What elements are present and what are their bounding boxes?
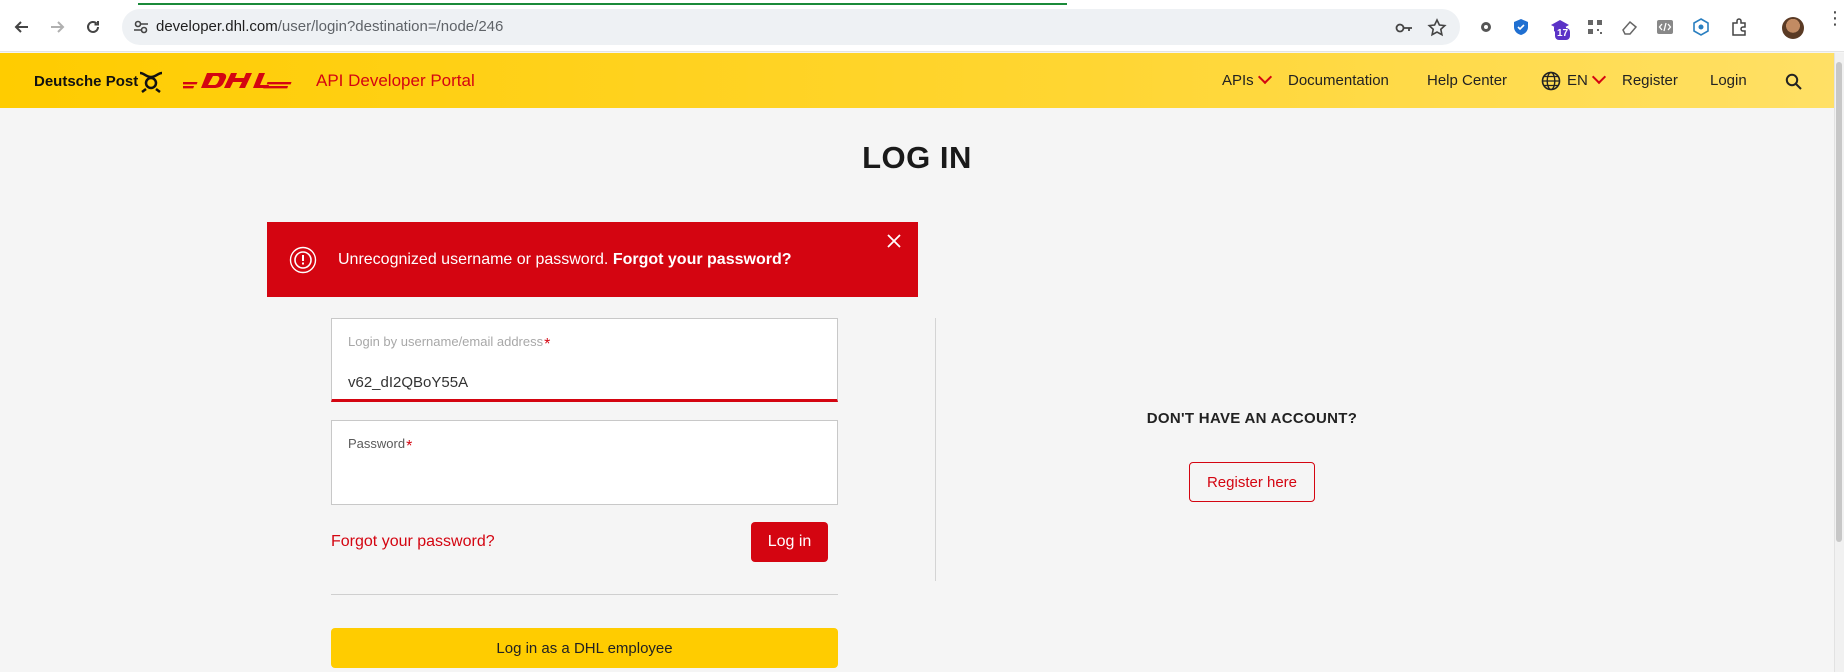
extension-eraser-icon[interactable]	[1619, 16, 1641, 38]
dhl-employee-login-button[interactable]: Log in as a DHL employee	[331, 628, 838, 668]
url-host: developer.dhl.com	[156, 18, 278, 35]
password-label-text: Password	[348, 436, 406, 451]
nav-register[interactable]: Register	[1622, 72, 1678, 89]
required-asterisk: *	[544, 336, 551, 353]
password-field[interactable]: Password*	[331, 420, 838, 505]
search-icon[interactable]	[1785, 73, 1802, 90]
nav-help-center[interactable]: Help Center	[1427, 72, 1507, 89]
arrow-left-icon	[14, 21, 28, 33]
extension-qr-icon[interactable]	[1584, 16, 1606, 38]
close-icon[interactable]	[883, 230, 905, 252]
extension-gear-icon[interactable]	[1475, 16, 1497, 38]
reload-icon	[87, 20, 99, 33]
chevron-down-icon	[1257, 69, 1272, 85]
error-alert: Unrecognized username or password. Forgo…	[267, 222, 918, 297]
alert-circle-icon	[289, 246, 317, 274]
back-button[interactable]	[8, 13, 36, 41]
address-bar[interactable]: developer.dhl.com/user/login?destination…	[122, 9, 1460, 45]
password-key-icon[interactable]	[1394, 18, 1414, 38]
register-here-button[interactable]: Register here	[1189, 462, 1315, 502]
globe-icon	[1541, 71, 1561, 91]
username-field[interactable]: Login by username/email address* v62_dI2…	[331, 318, 838, 402]
arrow-right-icon	[51, 21, 65, 33]
extension-code-icon[interactable]	[1654, 16, 1676, 38]
username-value[interactable]: v62_dI2QBoY55A	[348, 374, 468, 391]
nav-login[interactable]: Login	[1710, 72, 1747, 89]
page-title: LOG IN	[862, 140, 972, 175]
extensions-puzzle-icon[interactable]	[1728, 16, 1750, 38]
language-selector[interactable]: EN	[1567, 69, 1606, 89]
language-label: EN	[1567, 72, 1588, 89]
forgot-password-link[interactable]: Forgot your password?	[331, 533, 495, 551]
bookmark-star-icon[interactable]	[1427, 18, 1447, 38]
required-asterisk: *	[406, 438, 413, 455]
site-header: Deutsche Post API Developer Portal APIs …	[0, 53, 1834, 108]
no-account-heading: DON'T HAVE AN ACCOUNT?	[1146, 410, 1358, 427]
url-path: /user/login?destination=/node/246	[277, 18, 504, 35]
extension-shield-icon[interactable]	[1510, 16, 1532, 38]
username-label-text: Login by username/email address	[348, 334, 544, 349]
profile-avatar[interactable]	[1782, 17, 1804, 39]
url-text: developer.dhl.com/user/login?destination…	[156, 18, 503, 35]
scrollbar-thumb[interactable]	[1836, 62, 1842, 542]
nav-apis[interactable]: APIs	[1222, 69, 1272, 89]
deutsche-post-logo-text[interactable]: Deutsche Post	[34, 73, 138, 90]
dhl-logo-icon[interactable]	[183, 67, 297, 93]
alert-message: Unrecognized username or password. Forgo…	[338, 251, 791, 269]
nav-documentation[interactable]: Documentation	[1288, 72, 1389, 89]
password-label: Password*	[348, 435, 413, 455]
extension-badge: 17	[1555, 28, 1571, 40]
login-button[interactable]: Log in	[751, 522, 828, 562]
chevron-down-icon	[1591, 69, 1606, 85]
nav-apis-label: APIs	[1222, 72, 1254, 89]
username-label: Login by username/email address*	[348, 333, 551, 353]
forward-button[interactable]	[43, 13, 71, 41]
extension-hex-icon[interactable]	[1690, 16, 1712, 38]
portal-title[interactable]: API Developer Portal	[316, 71, 475, 91]
browser-menu-icon[interactable]: ⋮	[1826, 9, 1844, 27]
browser-toolbar: developer.dhl.com/user/login?destination…	[0, 0, 1844, 52]
site-settings-icon[interactable]	[132, 18, 150, 36]
post-horn-icon	[139, 71, 163, 93]
page-load-progress	[138, 3, 1067, 5]
reload-button[interactable]	[79, 13, 107, 41]
alert-message-text: Unrecognized username or password.	[338, 251, 609, 268]
alert-forgot-password-link[interactable]: Forgot your password?	[613, 251, 792, 268]
form-divider	[331, 594, 838, 595]
column-divider	[935, 318, 936, 581]
